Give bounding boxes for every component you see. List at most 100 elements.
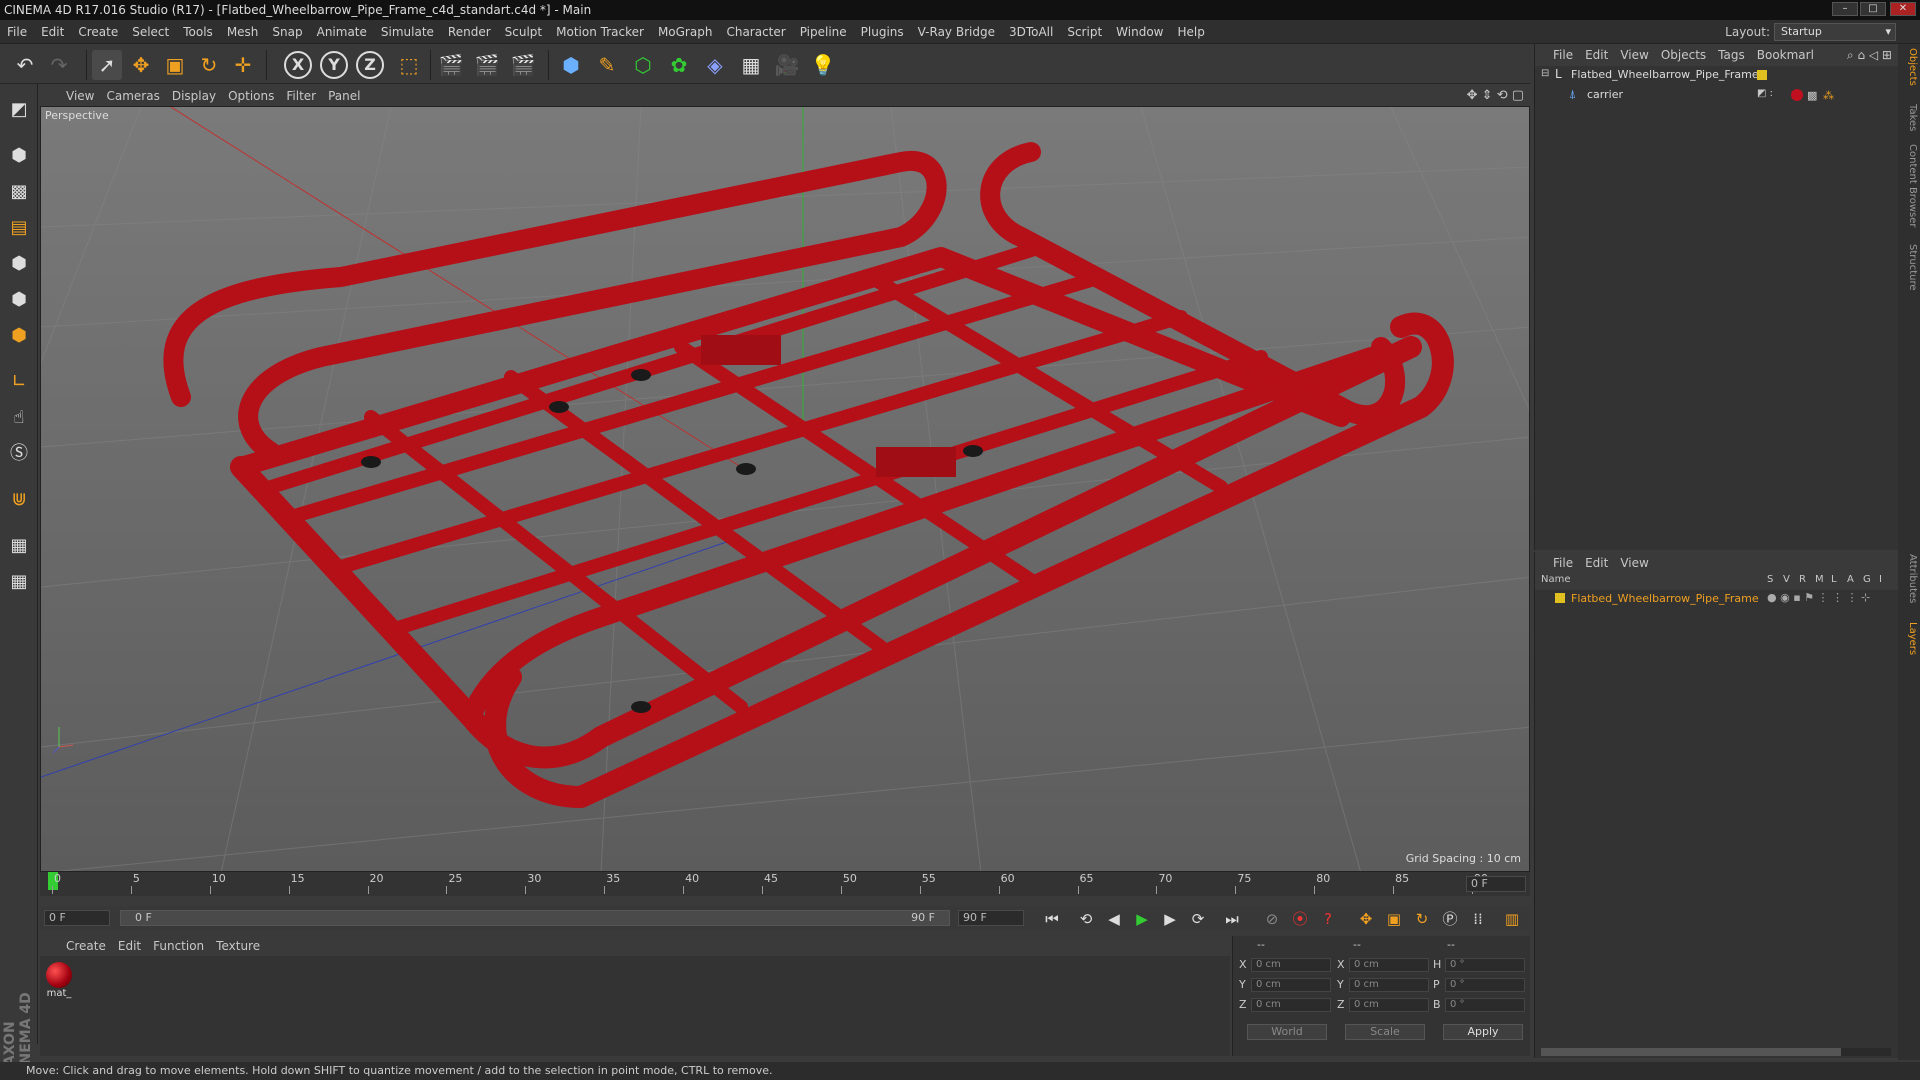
obj-menu-file[interactable]: File <box>1547 44 1579 66</box>
rotate-icon[interactable]: ↻ <box>194 50 224 80</box>
make-editable-icon[interactable]: ◩ <box>5 96 33 124</box>
pos-x-field[interactable]: 0 cm <box>1251 958 1331 972</box>
collapse-icon[interactable]: ⊟ <box>1541 68 1549 79</box>
model-mode-icon[interactable]: ⬢ <box>5 142 33 170</box>
render-view-icon[interactable]: 🎬 <box>436 50 466 80</box>
menu-mograph[interactable]: MoGraph <box>651 20 720 44</box>
obj-menu-tags[interactable]: Tags <box>1712 44 1751 66</box>
cube-icon[interactable]: ⬢ <box>556 50 586 80</box>
render-picture-viewer-icon[interactable]: 🎬 <box>472 50 502 80</box>
menu-pipeline[interactable]: Pipeline <box>793 20 854 44</box>
layer-menu-edit[interactable]: Edit <box>1579 552 1614 574</box>
tab-objects[interactable]: Objects <box>1900 48 1918 86</box>
deformer-icon[interactable]: ◈ <box>700 50 730 80</box>
maximize-button[interactable]: □ <box>1860 2 1886 16</box>
mat-menu-edit[interactable]: Edit <box>112 936 147 956</box>
pen-spline-icon[interactable]: ✎ <box>592 50 622 80</box>
apply-button[interactable]: Apply <box>1443 1024 1523 1040</box>
polygons-mode-icon[interactable]: ⬢ <box>5 322 33 350</box>
end-frame-field[interactable]: 90 F <box>958 910 1024 926</box>
mat-menu-texture[interactable]: Texture <box>210 936 266 956</box>
live-selection-icon[interactable]: ➚ <box>92 50 122 80</box>
go-to-start-icon[interactable]: ⏮ <box>1040 908 1064 930</box>
menu-character[interactable]: Character <box>719 20 792 44</box>
key-pla-icon[interactable]: ⁞⁞ <box>1466 908 1490 930</box>
current-frame-field[interactable]: 0 F <box>1466 876 1526 892</box>
next-frame-icon[interactable]: ▶ <box>1158 908 1182 930</box>
axis-mode-icon[interactable]: ∟ <box>5 368 33 396</box>
snap-icon[interactable]: Ⓢ <box>5 440 33 468</box>
menu-create[interactable]: Create <box>71 20 125 44</box>
layer-row[interactable]: Flatbed_Wheelbarrow_Pipe_Frame ● ◉ ▪ ⚑ ⋮… <box>1535 590 1899 608</box>
menu-window[interactable]: Window <box>1109 20 1170 44</box>
viewport-menu-panel[interactable]: Panel <box>322 86 366 106</box>
start-frame-field[interactable]: 0 F <box>44 910 110 926</box>
obj-menu-bookmarks[interactable]: Bookmarl <box>1751 44 1820 66</box>
autokey-icon[interactable]: ⦿ <box>1288 908 1312 930</box>
grid-snap-icon[interactable]: ▦ <box>5 568 33 596</box>
viewport-menu-options[interactable]: Options <box>222 86 280 106</box>
menu-script[interactable]: Script <box>1060 20 1109 44</box>
y-axis-lock-button[interactable]: Y <box>320 51 348 79</box>
key-position-icon[interactable]: ✥ <box>1354 908 1378 930</box>
subdivision-icon[interactable]: ⬡ <box>628 50 658 80</box>
object-row[interactable]: ⊟ Ⅼ Flatbed_Wheelbarrow_Pipe_Frame <box>1535 66 1899 86</box>
phong-tag-icon[interactable]: ⁂ <box>1823 89 1834 102</box>
texture-mode-icon[interactable]: ▩ <box>5 178 33 206</box>
workplane-icon[interactable]: ▤ <box>5 214 33 242</box>
tab-content-browser[interactable]: Content Browser <box>1900 144 1918 227</box>
coordinate-mode-select[interactable]: Scale <box>1345 1024 1425 1040</box>
size-y-field[interactable]: 0 cm <box>1349 978 1429 992</box>
render-settings-icon[interactable]: 🎬 <box>508 50 538 80</box>
magnet-icon[interactable]: ⋓ <box>5 486 33 514</box>
coordinate-system-icon[interactable]: ⬚ <box>394 50 424 80</box>
menu-plugins[interactable]: Plugins <box>854 20 911 44</box>
z-axis-lock-button[interactable]: Z <box>356 51 384 79</box>
menu-simulate[interactable]: Simulate <box>374 20 441 44</box>
viewport-menu-view[interactable]: View <box>60 86 100 106</box>
previous-frame-icon[interactable]: ◀ <box>1102 908 1126 930</box>
key-scale-icon[interactable]: ▣ <box>1382 908 1406 930</box>
layer-menu-view[interactable]: View <box>1614 552 1654 574</box>
edges-mode-icon[interactable]: ⬢ <box>5 286 33 314</box>
viewport-menu-display[interactable]: Display <box>166 86 222 106</box>
coordinate-space-select[interactable]: World <box>1247 1024 1327 1040</box>
rot-b-field[interactable]: 0 ° <box>1445 998 1525 1012</box>
viewport-nav-icons[interactable]: ✥ ⇕ ⟲ ▢ <box>1467 86 1524 106</box>
mat-menu-function[interactable]: Function <box>147 936 210 956</box>
obj-menu-edit[interactable]: Edit <box>1579 44 1614 66</box>
timeline-layout-icon[interactable]: ▥ <box>1500 908 1524 930</box>
menu-snap[interactable]: Snap <box>265 20 309 44</box>
menu-help[interactable]: Help <box>1170 20 1211 44</box>
cloner-icon[interactable]: ✿ <box>664 50 694 80</box>
points-mode-icon[interactable]: ⬢ <box>5 250 33 278</box>
horizontal-scrollbar[interactable] <box>1541 1048 1891 1056</box>
camera-icon[interactable]: 🎥 <box>772 50 802 80</box>
keyframe-selection-icon[interactable]: ? <box>1316 908 1340 930</box>
minimize-button[interactable]: – <box>1832 2 1858 16</box>
obj-menu-view[interactable]: View <box>1614 44 1654 66</box>
menu-vray-bridge[interactable]: V-Ray Bridge <box>911 20 1002 44</box>
rot-h-field[interactable]: 0 ° <box>1445 958 1525 972</box>
lock-workplane-icon[interactable]: ▦ <box>5 532 33 560</box>
previous-key-icon[interactable]: ⟲ <box>1074 908 1098 930</box>
close-button[interactable]: ✕ <box>1890 2 1916 16</box>
menu-select[interactable]: Select <box>125 20 176 44</box>
layer-color-swatch[interactable] <box>1555 593 1565 603</box>
play-icon[interactable]: ▶ <box>1130 908 1154 930</box>
texture-tag-icon[interactable]: ▩ <box>1807 89 1817 102</box>
object-row[interactable]: ⍋ carrier ◩ : ▩ ⁂ <box>1535 86 1899 106</box>
next-key-icon[interactable]: ⟳ <box>1186 908 1210 930</box>
menu-edit[interactable]: Edit <box>34 20 71 44</box>
viewport-3d[interactable]: Perspective Grid Spacing : 10 cm <box>40 106 1530 872</box>
menu-render[interactable]: Render <box>441 20 498 44</box>
menu-tools[interactable]: Tools <box>176 20 220 44</box>
key-rotation-icon[interactable]: ↻ <box>1410 908 1434 930</box>
tab-takes[interactable]: Takes <box>1900 104 1918 131</box>
move-icon[interactable]: ✥ <box>126 50 156 80</box>
layer-toggle-icons[interactable]: ● ◉ ▪ ⚑ ⋮ ⋮ ⋮ ⊹ <box>1767 591 1870 604</box>
layer-menu-file[interactable]: File <box>1547 552 1579 574</box>
menu-3dtoall[interactable]: 3DToAll <box>1002 20 1060 44</box>
visibility-dots[interactable]: ◩ : <box>1757 88 1773 99</box>
size-z-field[interactable]: 0 cm <box>1349 998 1429 1012</box>
